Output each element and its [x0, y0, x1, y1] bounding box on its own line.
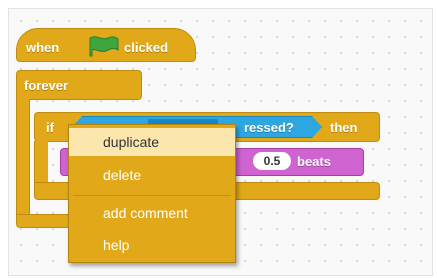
forever-label: forever: [24, 78, 69, 93]
menu-item-help[interactable]: help: [69, 231, 235, 259]
sensing-pressed-label: ressed?: [244, 120, 294, 135]
beats-input[interactable]: 0.5: [253, 152, 291, 170]
menu-item-duplicate[interactable]: duplicate: [69, 128, 235, 156]
if-block-arm: [34, 141, 48, 187]
green-flag-icon: [86, 34, 122, 63]
then-label: then: [330, 120, 358, 135]
forever-block-arm: [16, 99, 30, 219]
context-menu: duplicate delete add comment help: [68, 124, 236, 263]
hat-clicked-label: clicked: [124, 40, 169, 55]
menu-item-add-comment[interactable]: add comment: [69, 199, 235, 227]
beats-label: beats: [297, 154, 331, 169]
if-label: if: [46, 120, 54, 135]
hat-when-label: when: [26, 40, 60, 55]
menu-item-delete[interactable]: delete: [69, 161, 235, 189]
menu-separator: [73, 195, 231, 196]
